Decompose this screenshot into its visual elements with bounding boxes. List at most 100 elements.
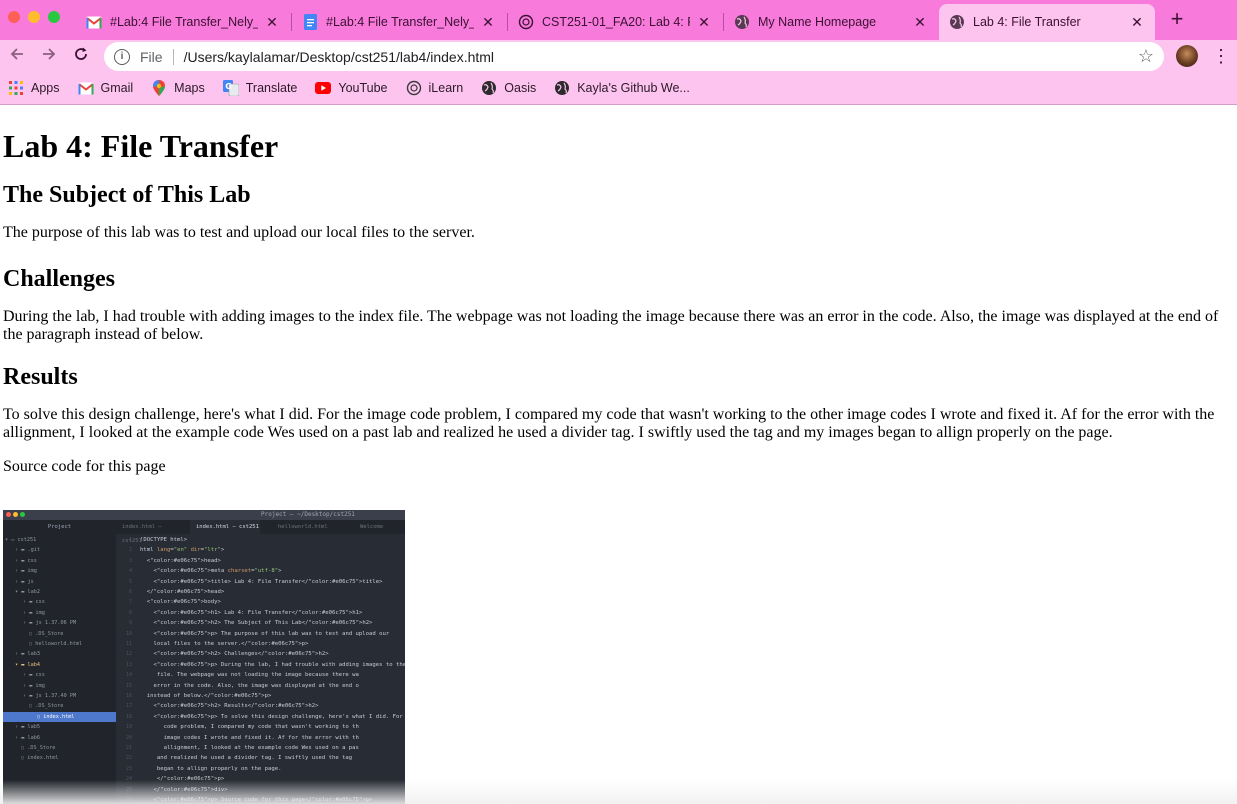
- results-heading: Results: [3, 364, 78, 390]
- close-icon[interactable]: ✕: [264, 14, 280, 30]
- globe-icon: [554, 80, 570, 96]
- close-icon[interactable]: ✕: [480, 14, 496, 30]
- code-line: !DOCTYPE html>: [140, 537, 188, 543]
- subject-paragraph: The purpose of this lab was to test and …: [3, 224, 475, 241]
- code-line: </"color:#e06c75">div>: [140, 786, 228, 793]
- new-tab-button[interactable]: +: [1166, 8, 1188, 31]
- arrow-left-icon: [10, 48, 23, 60]
- address-bar[interactable]: i File /Users/kaylalamar/Desktop/cst251/…: [104, 42, 1164, 71]
- more-menu-icon[interactable]: ⋮: [1212, 45, 1230, 67]
- close-icon[interactable]: ✕: [696, 14, 712, 30]
- bookmark-apps[interactable]: Apps: [8, 80, 60, 96]
- file-tree-item: ▾ ▬ lab2: [15, 589, 40, 595]
- code-line: <"color:#e06c75">title> Lab 4: File Tran…: [140, 578, 383, 585]
- gmail-icon: [77, 80, 94, 96]
- code-line: instead of below.</"color:#e06c75">p>: [140, 693, 272, 699]
- url-text[interactable]: /Users/kaylalamar/Desktop/cst251/lab4/in…: [184, 49, 494, 65]
- google-docs-icon: [302, 14, 318, 30]
- code-line: error in the code. Also, the image was d…: [140, 682, 359, 689]
- gmail-icon: [86, 14, 102, 30]
- tab-lab4-file-transfer[interactable]: Lab 4: File Transfer ✕: [939, 4, 1155, 40]
- tab-my-name-homepage[interactable]: My Name Homepage ✕: [724, 4, 938, 40]
- tab-title: My Name Homepage: [758, 15, 877, 29]
- bookmark-ilearn[interactable]: iLearn: [406, 80, 464, 96]
- line-number: 16: [125, 693, 132, 699]
- window-minimize-button[interactable]: [28, 11, 40, 23]
- window-close-button[interactable]: [8, 11, 20, 23]
- globe-icon: [734, 14, 750, 30]
- editor-window-title: Project — ~/Desktop/cst251: [261, 511, 355, 518]
- file-tree-item: › ▬ css: [15, 557, 37, 564]
- youtube-icon: [315, 80, 332, 96]
- url-scheme-label: File: [140, 48, 163, 65]
- bookmark-gmail[interactable]: Gmail: [77, 80, 133, 96]
- translate-icon: G: [222, 80, 239, 96]
- line-number: 12: [125, 651, 132, 658]
- bookmark-youtube[interactable]: YouTube: [315, 80, 388, 96]
- back-button[interactable]: [5, 45, 29, 67]
- reload-button[interactable]: [69, 45, 93, 67]
- line-number: 14: [125, 672, 132, 679]
- code-line: began to allign properly on the page.: [140, 765, 282, 772]
- tab-ilearn-lab4[interactable]: CST251-01_FA20: Lab 4: F ✕: [508, 4, 722, 40]
- file-tree-item: › ▬ css: [23, 599, 45, 606]
- info-icon[interactable]: i: [114, 48, 130, 65]
- globe-icon: [949, 14, 965, 30]
- bookmark-maps[interactable]: Maps: [151, 80, 205, 96]
- file-tree-item: › ▬ js 1.37.40 PM: [23, 693, 77, 699]
- code-line: <"color:#e06c75">h2> Challenges</"color:…: [140, 651, 329, 658]
- globe-icon: [481, 80, 497, 96]
- window-zoom-button[interactable]: [48, 11, 60, 23]
- file-tree-item: › ▬ .git: [15, 547, 40, 554]
- file-tree-item: ▾ ▭ cst251: [5, 537, 37, 543]
- bookmark-label: iLearn: [428, 81, 464, 95]
- bookmark-star-icon[interactable]: ☆: [1138, 46, 1154, 67]
- close-icon[interactable]: ✕: [1129, 14, 1145, 30]
- bookmark-oasis[interactable]: Oasis: [481, 80, 536, 96]
- file-tree-item: ▯ .DS_Store: [21, 745, 56, 751]
- line-number: 25: [125, 786, 132, 793]
- code-line: image codes I wrote and fixed it. Af for…: [140, 734, 359, 741]
- code-line: file. The webpage was not loading the im…: [140, 672, 359, 679]
- forward-button[interactable]: [37, 45, 61, 67]
- line-number: 3: [128, 557, 132, 564]
- editor-zoom-dot: [20, 512, 25, 517]
- file-tree-item: ▯ index.html: [21, 755, 59, 762]
- bookmark-label: Translate: [245, 81, 298, 95]
- editor-tab: index.html — cst251: [190, 520, 260, 534]
- tab-gmail-lab4[interactable]: #Lab:4 File Transfer_Nely_ ✕: [76, 4, 290, 40]
- file-tree-item: ▾ ▬ lab4: [15, 661, 40, 668]
- tab-title: #Lab:4 File Transfer_Nely_: [110, 15, 258, 29]
- line-number: 22: [125, 755, 132, 762]
- profile-avatar[interactable]: [1176, 45, 1198, 67]
- code-line: <"color:#e06c75">h2> The Subject of This…: [140, 620, 373, 627]
- code-line: <"color:#e06c75">head>: [140, 557, 221, 564]
- code-line: <"color:#e06c75">meta charset="utf-8">: [140, 568, 282, 575]
- bookmark-label: Apps: [31, 81, 60, 95]
- file-tree-item: ▯ .DS_Store: [29, 703, 64, 710]
- line-number: 4: [128, 568, 132, 575]
- file-tree-item: ▯ index.html: [3, 711, 116, 723]
- web-page-content: Lab 4: File Transfer The Subject of This…: [0, 106, 1237, 804]
- arrow-right-icon: [43, 48, 56, 60]
- editor-tab: index.html — cst251: [122, 524, 162, 544]
- file-tree-item: › ▬ js 1.37.06 PM: [23, 620, 77, 627]
- line-number: 11: [125, 641, 132, 647]
- bookmark-kaylas-github[interactable]: Kayla's Github We...: [554, 80, 690, 96]
- line-number: 20: [125, 734, 132, 741]
- bookmark-label: YouTube: [338, 81, 388, 95]
- browser-toolbar: i File /Users/kaylalamar/Desktop/cst251/…: [0, 40, 1237, 72]
- editor-title-bar: Project — ~/Desktop/cst251: [3, 510, 405, 520]
- line-number: 2: [128, 547, 132, 554]
- tab-docs-lab4[interactable]: #Lab:4 File Transfer_Nely_ ✕: [292, 4, 506, 40]
- bookmark-translate[interactable]: G Translate: [222, 80, 298, 96]
- line-number: 18: [125, 713, 132, 720]
- close-icon[interactable]: ✕: [912, 14, 928, 30]
- tab-title: Lab 4: File Transfer: [973, 15, 1081, 29]
- source-code-label: Source code for this page: [3, 458, 166, 475]
- file-tree-item: ▯ .DS_Store: [29, 630, 64, 637]
- maps-pin-icon: [151, 80, 167, 96]
- line-number: 9: [128, 620, 132, 627]
- code-line: <"color:#e06c75">h2> Results</"color:#e0…: [140, 703, 319, 710]
- bookmark-label: Oasis: [504, 81, 537, 95]
